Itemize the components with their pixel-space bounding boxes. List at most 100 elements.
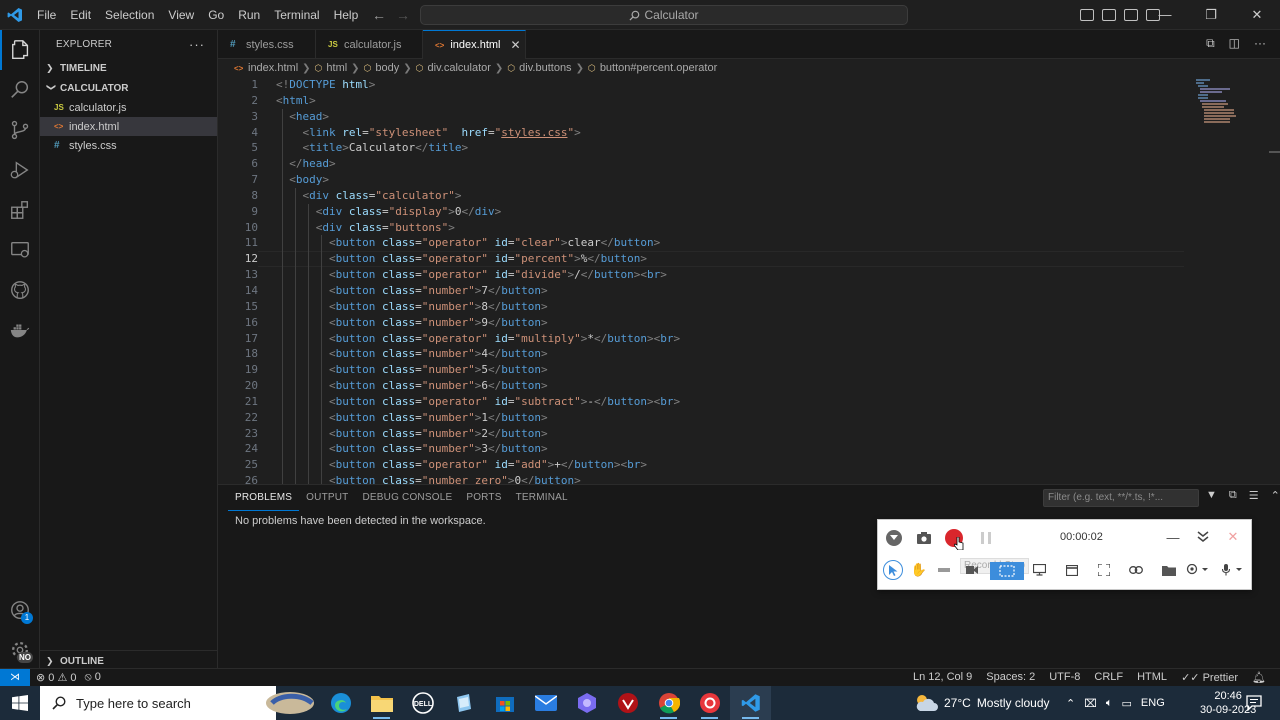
menu-go[interactable]: Go [201, 0, 231, 30]
github-icon[interactable] [0, 270, 40, 310]
region-capture-button[interactable] [990, 562, 1024, 580]
minimize-icon[interactable]: — [1142, 0, 1188, 30]
search-view-icon[interactable] [0, 70, 40, 110]
command-center[interactable]: Calculator [420, 5, 908, 25]
calculator-folder[interactable]: ❯ CALCULATOR [40, 78, 217, 98]
taskbar-search-box[interactable]: Type here to search [40, 686, 276, 720]
open-preview-icon[interactable]: ⧉ [1206, 36, 1215, 51]
vscode-taskbar-icon[interactable] [730, 686, 771, 720]
collapse-recorder-icon[interactable] [886, 530, 902, 546]
tab-terminal[interactable]: TERMINAL [509, 485, 575, 511]
file-calculator-js[interactable]: JS calculator.js [40, 98, 217, 117]
run-debug-icon[interactable] [0, 150, 40, 190]
editor-scrollbar[interactable] [1269, 151, 1280, 153]
copilot-icon[interactable] [566, 686, 607, 720]
menu-help[interactable]: Help [327, 0, 366, 30]
chrome-icon[interactable] [648, 686, 689, 720]
volume-icon[interactable]: 🔈︎ [1106, 697, 1113, 710]
cursor-position[interactable]: Ln 12, Col 9 [913, 671, 972, 684]
back-arrow-icon[interactable]: ← [372, 7, 386, 23]
weather-widget[interactable]: 27°C Mostly cloudy [914, 686, 1050, 720]
explorer-icon[interactable] [0, 30, 40, 70]
pen-icon[interactable] [936, 562, 952, 578]
filter-icon[interactable]: ▼ [1206, 489, 1217, 502]
notifications-bell-icon[interactable]: 🔔︎ [1252, 671, 1266, 684]
tab-ports[interactable]: PORTS [459, 485, 508, 511]
folder-icon[interactable] [1161, 562, 1177, 578]
breadcrumb-item[interactable]: button#percent.operator [600, 62, 717, 74]
notification-center-icon[interactable] [1246, 695, 1262, 714]
toggle-panel-icon[interactable] [1102, 9, 1116, 21]
menu-file[interactable]: File [30, 0, 63, 30]
menu-view[interactable]: View [161, 0, 201, 30]
tab-styles-css[interactable]: # styles.css [218, 30, 316, 59]
minimap[interactable] [1194, 77, 1274, 137]
menu-terminal[interactable]: Terminal [267, 0, 326, 30]
tab-calculator-js[interactable]: JS calculator.js [316, 30, 423, 59]
tab-debug-console[interactable]: DEBUG CONSOLE [355, 485, 459, 511]
screen-recorder-app-icon[interactable] [689, 686, 730, 720]
keyboard-language[interactable]: ENG [1141, 697, 1165, 709]
tab-problems[interactable]: PROBLEMS [228, 485, 300, 511]
accounts-icon[interactable]: 1 [0, 590, 40, 630]
more-actions-icon[interactable]: ··· [189, 37, 205, 52]
remote-indicator-icon[interactable]: ⋊ [0, 668, 30, 687]
timeline-section[interactable]: ❯ TIMELINE [40, 58, 217, 78]
breadcrumb-item[interactable]: index.html [248, 62, 298, 74]
indentation[interactable]: Spaces: 2 [986, 671, 1035, 684]
tab-output[interactable]: OUTPUT [299, 485, 355, 511]
language-mode[interactable]: HTML [1137, 671, 1167, 684]
close-recorder-icon[interactable]: ✕ [1224, 528, 1242, 546]
fullscreen-icon[interactable] [1096, 562, 1112, 578]
antivirus-icon[interactable] [607, 686, 648, 720]
ports-status[interactable]: ⦸ 0 [85, 671, 101, 684]
remote-explorer-icon[interactable] [0, 230, 40, 270]
end-of-line[interactable]: CRLF [1094, 671, 1123, 684]
forward-arrow-icon[interactable]: → [396, 7, 410, 23]
microsoft-store-icon[interactable] [484, 686, 525, 720]
window-capture-icon[interactable] [1064, 562, 1080, 578]
view-as-list-icon[interactable]: ☰ [1249, 489, 1259, 502]
video-camera-icon[interactable] [964, 562, 980, 578]
close-tab-icon[interactable]: ✕ [510, 38, 520, 52]
toggle-secondary-sidebar-icon[interactable] [1124, 9, 1138, 21]
close-window-icon[interactable]: ✕ [1234, 0, 1280, 30]
breadcrumb-item[interactable]: div.calculator [428, 62, 491, 74]
menu-edit[interactable]: Edit [63, 0, 98, 30]
toggle-primary-sidebar-icon[interactable] [1080, 9, 1094, 21]
search-highlight-icon[interactable] [260, 686, 320, 720]
chevron-up-icon[interactable]: ⌃ [1066, 697, 1075, 710]
source-control-icon[interactable] [0, 110, 40, 150]
microphone-dropdown-icon[interactable] [1218, 562, 1246, 578]
problems-filter-input[interactable]: Filter (e.g. text, **/*.ts, !*... [1043, 489, 1199, 507]
menu-selection[interactable]: Selection [98, 0, 161, 30]
prettier-status[interactable]: ✓✓ Prettier [1181, 671, 1238, 684]
manage-gear-icon[interactable]: NO [0, 630, 40, 670]
split-editor-icon[interactable]: ◫ [1229, 36, 1240, 51]
file-explorer-icon[interactable] [361, 686, 402, 720]
dell-icon[interactable]: DELL [402, 686, 443, 720]
monitor-icon[interactable] [1031, 562, 1047, 578]
tab-index-html[interactable]: <> index.html ✕ [423, 30, 526, 59]
breadcrumb-item[interactable]: div.buttons [519, 62, 571, 74]
encoding[interactable]: UTF-8 [1049, 671, 1080, 684]
link-icon[interactable] [1128, 562, 1144, 578]
cursor-icon[interactable] [883, 560, 903, 580]
notes-app-icon[interactable] [443, 686, 484, 720]
webcam-dropdown-icon[interactable] [1184, 562, 1212, 578]
code-editor[interactable]: 1 2 3 4 5 6 7 8 9 10 11 12 13 14 15 16 17 18 19 20 21 22 23 24 2… [218, 77, 1280, 484]
minimize-recorder-icon[interactable]: — [1164, 528, 1182, 546]
hand-pointer-icon[interactable]: ✋ [911, 562, 927, 578]
edge-icon[interactable] [320, 686, 361, 720]
file-index-html[interactable]: <> index.html [40, 117, 217, 136]
breadcrumb-item[interactable]: html [326, 62, 347, 74]
windows-start-icon[interactable] [0, 686, 40, 720]
battery-icon[interactable]: ▭ [1122, 697, 1132, 710]
pause-icon[interactable] [978, 530, 994, 546]
mail-icon[interactable] [525, 686, 566, 720]
chevron-double-down-icon[interactable] [1194, 528, 1212, 546]
maximize-panel-icon[interactable]: ⌃ [1271, 489, 1280, 502]
more-actions-icon[interactable]: ··· [1254, 36, 1266, 51]
breadcrumb-item[interactable]: body [375, 62, 399, 74]
file-styles-css[interactable]: # styles.css [40, 136, 217, 155]
